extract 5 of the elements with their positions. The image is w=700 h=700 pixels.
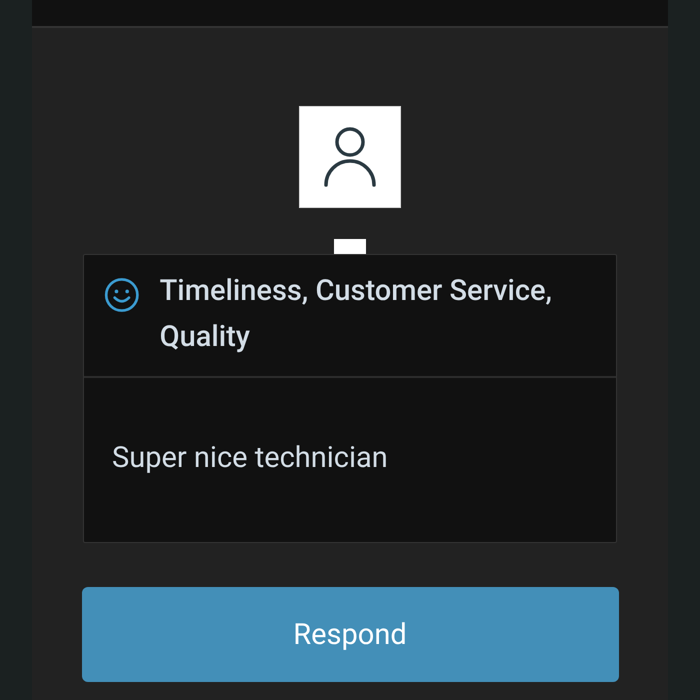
review-comment: Super nice technician <box>112 441 388 475</box>
smiley-icon <box>104 275 140 315</box>
review-categories: Timeliness, Customer Service, Quality <box>160 273 554 356</box>
person-icon <box>323 127 377 187</box>
respond-button[interactable]: Respond <box>82 587 618 682</box>
